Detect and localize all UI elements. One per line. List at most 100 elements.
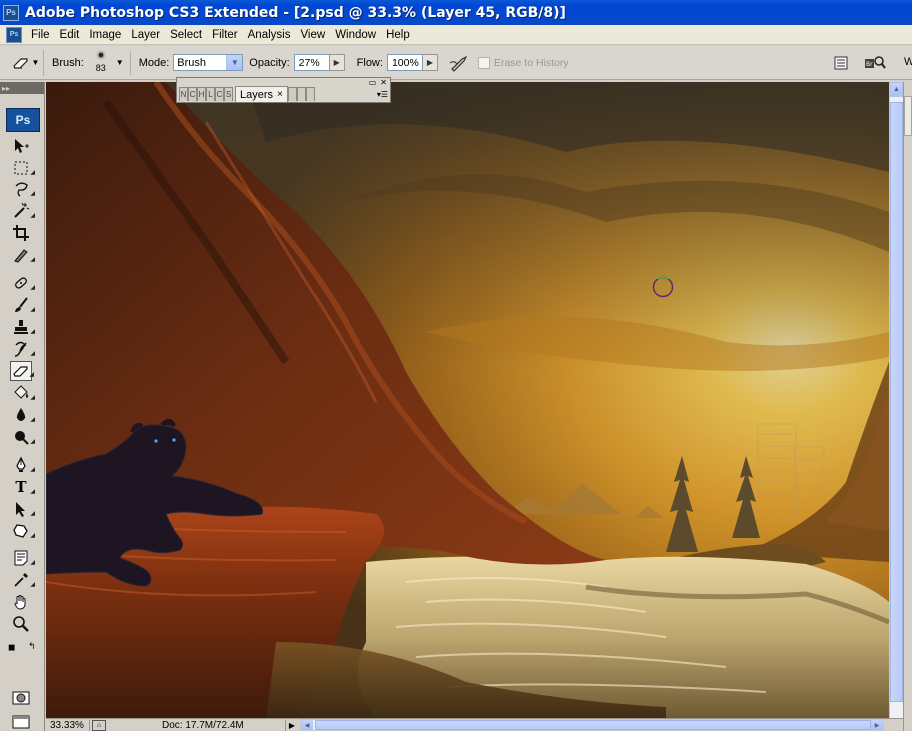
menu-layer[interactable]: Layer (126, 26, 165, 44)
screen-mode-button[interactable] (10, 712, 32, 731)
default-colors-icon[interactable]: ◼ (8, 642, 15, 653)
magic-wand-icon (14, 202, 30, 218)
tab-color[interactable]: C (188, 87, 197, 101)
move-tool[interactable] (10, 136, 32, 156)
title-bar[interactable]: Ps Adobe Photoshop CS3 Extended - [2.psd… (0, 0, 912, 25)
move-icon (15, 139, 29, 153)
eyedropper-tool[interactable]: ◢ (10, 570, 35, 590)
horizontal-scroll-thumb[interactable] (315, 720, 871, 730)
close-tab-icon[interactable]: × (277, 89, 283, 100)
layers-dock[interactable]: ▭ ✕ N C H L C S Layers × ▾☰ (176, 77, 391, 103)
zoom-level[interactable]: 33.33% (46, 719, 90, 731)
menu-help[interactable]: Help (381, 26, 415, 44)
airbrush-button[interactable] (448, 52, 472, 74)
preset-dropdown-arrow[interactable]: ▼ (32, 58, 40, 67)
eraser-icon (13, 366, 28, 377)
palette-well-icon[interactable] (830, 52, 852, 74)
scroll-up-button[interactable]: ▲ (890, 82, 903, 97)
panel-menu-icon[interactable]: ▾☰ (377, 90, 388, 99)
horizontal-scrollbar[interactable]: ◀ ▶ (300, 719, 884, 731)
collapsed-panel-icon[interactable] (904, 96, 912, 136)
layers-tab-label: Layers (240, 88, 274, 101)
crop-tool[interactable] (10, 223, 32, 243)
healing-brush-tool[interactable]: ◢ (10, 273, 35, 293)
paint-bucket-tool[interactable]: ◢ (10, 383, 35, 403)
mode-select[interactable]: Brush ▼ (173, 54, 244, 71)
document-info: Doc: 17.7M/72.4M (106, 719, 286, 731)
menu-edit[interactable]: Edit (55, 26, 85, 44)
eraser-tool[interactable]: ◢ (10, 361, 34, 381)
magic-wand-tool[interactable]: ◢ (10, 201, 35, 221)
flow-field[interactable]: 100% (386, 54, 423, 71)
menu-file[interactable]: File (26, 26, 55, 44)
path-selection-tool[interactable]: ◢ (10, 499, 35, 519)
chevron-down-icon[interactable]: ▼ (226, 55, 243, 70)
dodge-tool[interactable]: ◢ (10, 427, 35, 447)
menu-image[interactable]: Image (84, 26, 126, 44)
hand-icon (14, 595, 26, 610)
erase-to-history-checkbox[interactable] (477, 56, 490, 69)
vertical-scrollbar[interactable]: ▲ (889, 82, 903, 718)
blur-tool[interactable]: ◢ (10, 405, 35, 425)
zoom-icon (13, 616, 29, 632)
app-icon[interactable]: Ps (3, 4, 19, 21)
tab-layers[interactable]: Layers × (235, 86, 288, 102)
opacity-slider-button[interactable]: ▶ (329, 54, 345, 71)
rect-marquee-icon (14, 161, 28, 175)
zoom-tool[interactable] (10, 614, 32, 634)
dock-tabs: N C H L C S Layers × (179, 86, 387, 102)
swap-colors-icon[interactable]: ↰ (28, 641, 36, 652)
type-tool[interactable]: T ◢ (10, 477, 35, 497)
notes-tool[interactable]: ◢ (10, 548, 35, 568)
tab-paths[interactable] (287, 87, 297, 101)
mode-value: Brush (177, 56, 207, 69)
opacity-field[interactable]: 27% (293, 54, 330, 71)
slice-tool[interactable]: ◢ (10, 245, 35, 265)
status-options-icon[interactable]: ⌂ (92, 719, 106, 731)
marquee-tool[interactable]: ◢ (10, 158, 35, 178)
brush-icon (15, 297, 28, 312)
document-icon[interactable]: Ps (6, 26, 22, 43)
svg-text:Br: Br (866, 61, 873, 68)
pen-tool[interactable]: ◢ (10, 455, 35, 475)
scroll-right-button[interactable]: ▶ (871, 720, 883, 730)
lasso-tool[interactable]: ◢ (10, 179, 35, 199)
brush-picker[interactable]: 83 (88, 49, 114, 77)
flow-label: Flow: (356, 56, 383, 69)
menu-analysis[interactable]: Analysis (243, 26, 296, 44)
quick-mask-button[interactable] (10, 688, 32, 708)
brush-tool[interactable]: ◢ (10, 295, 35, 315)
tab-actions[interactable] (305, 87, 315, 101)
status-menu-arrow[interactable]: ▶ (286, 721, 298, 730)
document-canvas[interactable] (46, 82, 889, 718)
history-brush-tool[interactable]: ◢ (10, 339, 35, 359)
bridge-icon[interactable]: Br (864, 52, 886, 74)
clone-stamp-tool[interactable]: ◢ (10, 317, 35, 337)
tool-preset-picker[interactable]: ▼ (8, 49, 44, 76)
menu-select[interactable]: Select (165, 26, 207, 44)
menu-filter[interactable]: Filter (207, 26, 243, 44)
healing-brush-icon (15, 277, 27, 289)
menu-window[interactable]: Window (330, 26, 381, 44)
ps-badge[interactable]: Ps (6, 108, 40, 132)
opacity-label: Opacity: (249, 56, 290, 69)
tab-channels[interactable]: C (215, 87, 224, 101)
crop-icon (13, 225, 29, 241)
tab-swatches[interactable]: S (224, 87, 233, 101)
tab-histogram[interactable]: H (197, 87, 206, 101)
hand-tool[interactable] (10, 592, 32, 612)
scroll-left-button[interactable]: ◀ (301, 720, 313, 730)
workspace-label[interactable]: W (904, 56, 912, 68)
menu-view[interactable]: View (295, 26, 330, 44)
custom-shape-tool[interactable]: ◢ (10, 521, 35, 541)
vertical-scroll-thumb[interactable] (890, 102, 903, 702)
tab-layer-comps[interactable]: L (206, 87, 215, 101)
dodge-icon (15, 431, 29, 445)
bucket-icon (14, 385, 28, 399)
flow-slider-button[interactable]: ▶ (422, 54, 438, 71)
tab-navigator[interactable]: N (179, 87, 188, 101)
brush-dropdown-arrow[interactable]: ▼ (116, 58, 124, 67)
toolbox-grip[interactable]: ▸▸ (0, 82, 44, 94)
eyedropper-icon (14, 573, 28, 587)
tab-history[interactable] (296, 87, 306, 101)
